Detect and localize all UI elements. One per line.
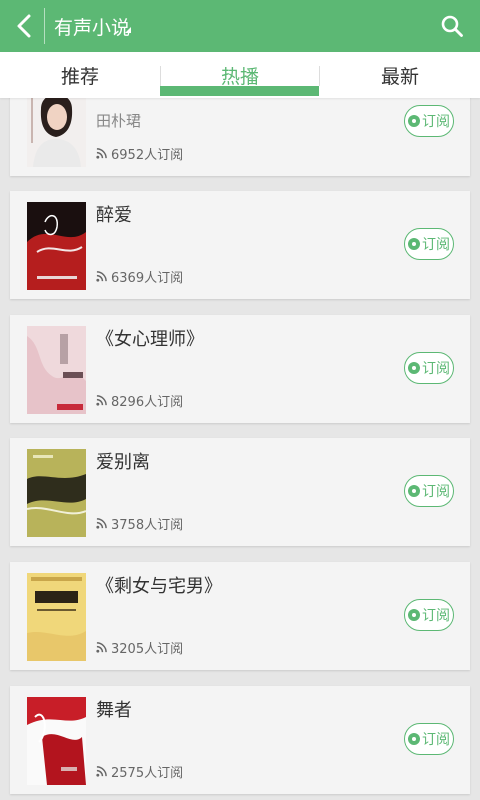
subscribe-button[interactable]: 订阅 — [404, 228, 454, 260]
list-item[interactable]: 田朴珺 6952人订阅 订阅 — [10, 98, 470, 176]
back-arrow-icon — [17, 14, 31, 38]
book-cover-image — [27, 326, 86, 414]
page-title: 有声小说 — [54, 16, 131, 39]
rss-icon — [96, 642, 107, 653]
book-title: 醉爱 — [96, 205, 132, 226]
tab-recommended[interactable]: 推荐 — [0, 52, 160, 98]
rss-icon — [96, 395, 107, 406]
list-item[interactable]: 《剩女与宅男》 3205人订阅 订阅 — [10, 562, 470, 670]
list-item[interactable]: 爱别离 3758人订阅 订阅 — [10, 438, 470, 546]
book-title: 《剩女与宅男》 — [96, 576, 222, 597]
subscriber-count: 6952人订阅 — [96, 144, 183, 163]
book-author: 田朴珺 — [96, 112, 142, 130]
subscribe-button[interactable]: 订阅 — [404, 599, 454, 631]
book-title: 《女心理师》 — [96, 329, 204, 350]
search-icon — [441, 15, 463, 37]
subscribe-icon — [408, 609, 420, 621]
subscribe-icon — [408, 362, 420, 374]
subscribe-icon — [408, 485, 420, 497]
list-item[interactable]: 《女心理师》 8296人订阅 订阅 — [10, 315, 470, 423]
book-cover-image — [27, 98, 86, 167]
subscribe-icon — [408, 238, 420, 250]
book-list[interactable]: 田朴珺 6952人订阅 订阅 醉爱 6369人订阅 订阅 《女心理师》 8296… — [0, 98, 480, 800]
tab-active-indicator — [160, 86, 319, 96]
subscribe-button[interactable]: 订阅 — [404, 723, 454, 755]
subscriber-count: 3758人订阅 — [96, 514, 183, 533]
rss-icon — [96, 518, 107, 529]
search-button[interactable] — [434, 8, 470, 44]
subscriber-count: 3205人订阅 — [96, 638, 183, 657]
subscriber-count: 2575人订阅 — [96, 762, 183, 781]
book-title: 舞者 — [96, 700, 132, 721]
subscribe-button[interactable]: 订阅 — [404, 105, 454, 137]
subscribe-button[interactable]: 订阅 — [404, 475, 454, 507]
subscriber-count: 8296人订阅 — [96, 391, 183, 410]
category-dropdown[interactable]: 有声小说 — [54, 0, 130, 52]
dropdown-caret-icon — [125, 27, 131, 33]
rss-icon — [96, 271, 107, 282]
book-cover-image — [27, 697, 86, 785]
app-bar: 有声小说 — [0, 0, 480, 52]
appbar-divider — [44, 8, 45, 44]
tab-latest[interactable]: 最新 — [320, 52, 480, 98]
book-cover-image — [27, 449, 86, 537]
list-item[interactable]: 舞者 2575人订阅 订阅 — [10, 686, 470, 794]
subscribe-button[interactable]: 订阅 — [404, 352, 454, 384]
back-button[interactable] — [6, 6, 42, 46]
rss-icon — [96, 766, 107, 777]
subscribe-icon — [408, 733, 420, 745]
rss-icon — [96, 148, 107, 159]
book-cover-image — [27, 573, 86, 661]
subscribe-icon — [408, 115, 420, 127]
book-cover-image — [27, 202, 86, 290]
subscriber-count: 6369人订阅 — [96, 267, 183, 286]
list-item[interactable]: 醉爱 6369人订阅 订阅 — [10, 191, 470, 299]
book-title: 爱别离 — [96, 452, 150, 473]
